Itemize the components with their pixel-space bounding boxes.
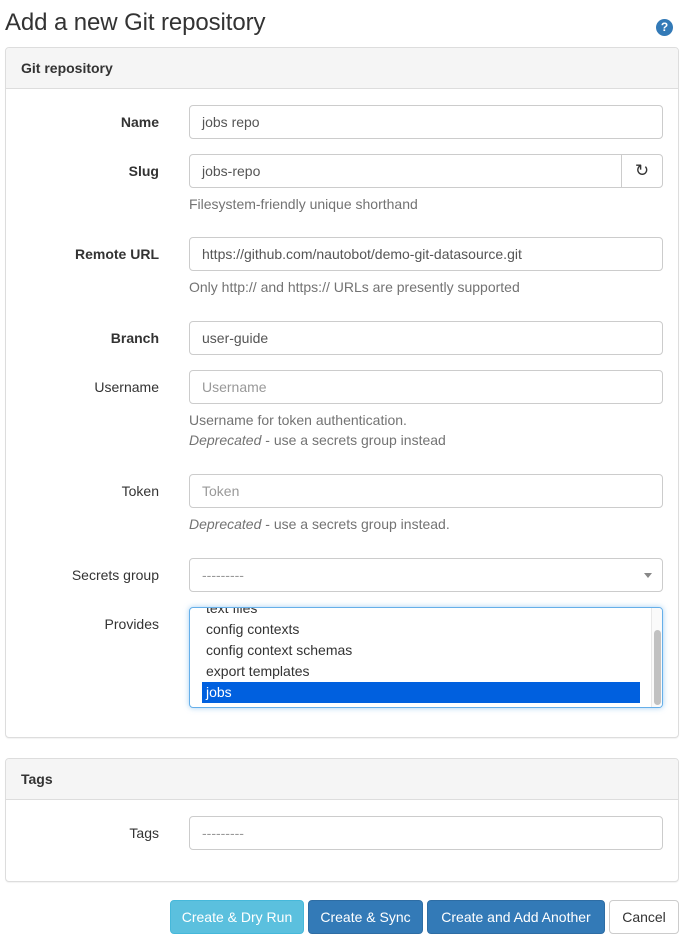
create-sync-button[interactable]: Create & Sync: [308, 900, 423, 934]
secrets-group-select[interactable]: ---------: [189, 558, 663, 592]
refresh-icon: ↻: [634, 161, 650, 180]
create-dry-run-button[interactable]: Create & Dry Run: [170, 900, 304, 934]
branch-label: Branch: [110, 330, 159, 346]
token-help-text: Deprecated - use a secrets group instead…: [189, 514, 450, 534]
cancel-button[interactable]: Cancel: [609, 900, 679, 934]
slug-input[interactable]: jobs-repo: [189, 154, 622, 188]
create-add-another-button[interactable]: Create and Add Another: [427, 900, 605, 934]
regenerate-slug-button[interactable]: ↻: [621, 154, 663, 188]
provides-option-selected[interactable]: jobs: [202, 682, 640, 703]
token-label: Token: [121, 483, 159, 499]
tags-label: Tags: [129, 825, 159, 841]
username-help-text: Username for token authentication. Depre…: [189, 410, 446, 450]
provides-option[interactable]: export templates: [202, 661, 640, 682]
chevron-down-icon: [644, 573, 652, 578]
remote-url-label: Remote URL: [74, 246, 159, 262]
question-circle-icon[interactable]: ?: [656, 19, 673, 36]
slug-label: Slug: [128, 163, 159, 179]
provides-multiselect[interactable]: text files config contexts config contex…: [189, 607, 663, 708]
provides-option[interactable]: config contexts: [202, 619, 640, 640]
git-repository-panel: Git repository Name jobs repo Slug jobs-…: [5, 47, 679, 738]
tags-select[interactable]: ---------: [189, 816, 663, 850]
branch-input[interactable]: user-guide: [189, 321, 663, 355]
name-label: Name: [120, 114, 159, 130]
provides-label: Provides: [104, 616, 159, 632]
username-help-line2-rest: - use a secrets group instead: [261, 432, 446, 448]
provides-scrollbar[interactable]: [651, 608, 662, 707]
secrets-group-label: Secrets group: [71, 567, 159, 583]
panel-heading-git-repository: Git repository: [6, 48, 678, 89]
username-label: Username: [94, 379, 159, 395]
deprecated-label: Deprecated: [189, 432, 262, 448]
page-title: Add a new Git repository: [5, 9, 266, 36]
username-help-line2: Deprecated - use a secrets group instead: [189, 430, 446, 450]
provides-option[interactable]: config context schemas: [202, 640, 640, 661]
username-help-line1: Username for token authentication.: [189, 412, 407, 428]
slug-help-text: Filesystem-friendly unique shorthand: [189, 196, 418, 212]
name-input[interactable]: jobs repo: [189, 105, 663, 139]
provides-scrollbar-thumb[interactable]: [654, 630, 661, 705]
secrets-group-selected: ---------: [202, 567, 244, 583]
token-input[interactable]: Token: [189, 474, 663, 508]
deprecated-label: Deprecated: [189, 516, 262, 532]
remote-url-input[interactable]: https://github.com/nautobot/demo-git-dat…: [189, 237, 663, 271]
provides-option[interactable]: text files: [202, 608, 640, 619]
panel-heading-tags: Tags: [6, 759, 678, 800]
token-help-rest: - use a secrets group instead.: [261, 516, 450, 532]
remote-url-help-text: Only http:// and https:// URLs are prese…: [189, 279, 520, 295]
username-input[interactable]: Username: [189, 370, 663, 404]
tags-panel: Tags Tags ---------: [5, 758, 679, 882]
